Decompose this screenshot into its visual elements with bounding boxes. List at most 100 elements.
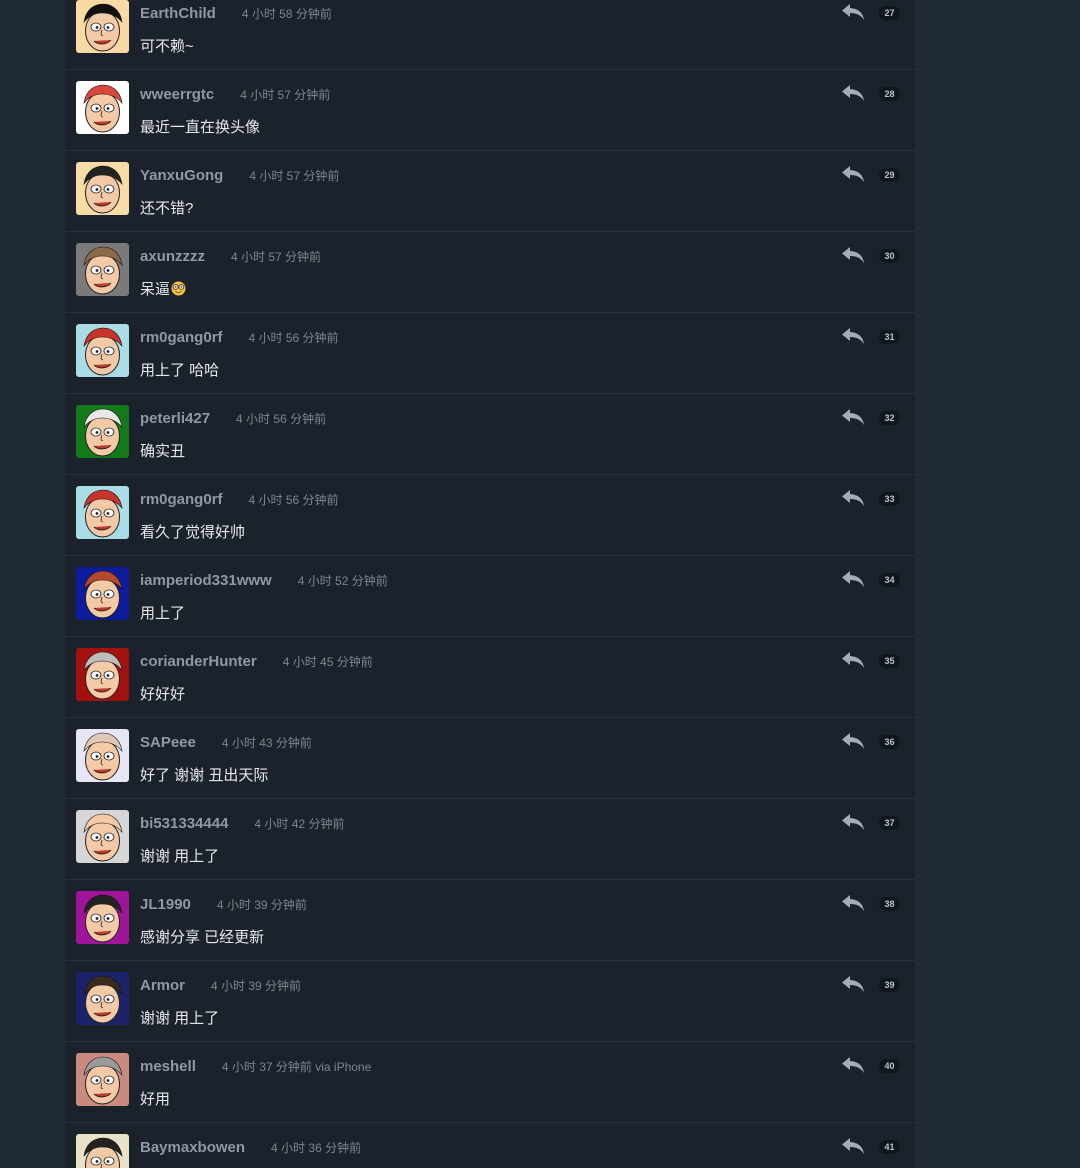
user-avatar[interactable] (76, 1053, 129, 1106)
cartoon-face-avatar-icon (76, 972, 129, 1025)
floor-number-badge: 35 (879, 654, 900, 668)
floor-number-badge: 28 (879, 87, 900, 101)
reply-content: 谢谢 用上了 (140, 1007, 219, 1028)
reply-item-32: peterli427 4 小时 56 分钟前 确实丑 32 (65, 394, 915, 475)
cartoon-face-avatar-icon (76, 648, 129, 701)
username-link[interactable]: SAPeee (140, 734, 196, 751)
reply-button[interactable] (841, 975, 865, 993)
user-avatar[interactable] (76, 810, 129, 863)
user-avatar[interactable] (76, 972, 129, 1025)
reply-arrow-icon (842, 4, 864, 20)
floor-number-badge: 40 (879, 1059, 900, 1073)
reply-item-33: rm0gang0rf 4 小时 56 分钟前 看久了觉得好帅 33 (65, 475, 915, 556)
reply-item-27: EarthChild 4 小时 58 分钟前 可不赖~ 27 (65, 0, 915, 70)
reply-item-34: iamperiod331www 4 小时 52 分钟前 用上了 34 (65, 556, 915, 637)
user-avatar[interactable] (76, 729, 129, 782)
reply-button[interactable] (841, 84, 865, 102)
reply-button[interactable] (841, 165, 865, 183)
reply-button[interactable] (841, 813, 865, 831)
reply-timestamp: 4 小时 56 分钟前 (248, 493, 339, 507)
reply-arrow-icon (842, 814, 864, 830)
reply-button[interactable] (841, 732, 865, 750)
reply-text: 谢谢 用上了 (140, 1010, 220, 1027)
username-link[interactable]: EarthChild (140, 5, 216, 22)
cartoon-face-avatar-icon (76, 567, 129, 620)
reply-text: 看久了觉得好帅 (140, 524, 246, 541)
reply-text: 谢谢 用上了 (140, 848, 220, 865)
username-link[interactable]: corianderHunter (140, 653, 257, 670)
username-link[interactable]: peterli427 (140, 410, 210, 427)
username-link[interactable]: JL1990 (140, 896, 191, 913)
username-link[interactable]: axunzzzz (140, 248, 205, 265)
floor-number-badge: 29 (879, 168, 900, 182)
reply-content: 谢谢 用上了 (140, 845, 219, 866)
reply-item-29: YanxuGong 4 小时 57 分钟前 还不错? 29 (65, 151, 915, 232)
reply-arrow-icon (842, 490, 864, 506)
reply-timestamp: 4 小时 43 分钟前 (221, 736, 312, 750)
username-link[interactable]: YanxuGong (140, 167, 223, 184)
user-avatar[interactable] (76, 1134, 129, 1168)
cartoon-face-avatar-icon (76, 729, 129, 782)
cartoon-face-avatar-icon (76, 891, 129, 944)
reply-timestamp: 4 小时 37 分钟前 via iPhone (221, 1060, 372, 1074)
reply-content: 感谢分享 已经更新 (140, 926, 264, 947)
username-link[interactable]: iamperiod331www (140, 572, 272, 589)
floor-number-badge: 31 (879, 330, 900, 344)
reply-button[interactable] (841, 894, 865, 912)
cartoon-face-avatar-icon (76, 324, 129, 377)
username-link[interactable]: rm0gang0rf (140, 329, 223, 346)
reply-button[interactable] (841, 1056, 865, 1074)
username-link[interactable]: Armor (140, 977, 185, 994)
username-link[interactable]: Baymaxbowen (140, 1139, 245, 1156)
user-avatar[interactable] (76, 324, 129, 377)
reply-button[interactable] (841, 489, 865, 507)
user-avatar[interactable] (76, 0, 129, 53)
floor-number-badge: 32 (879, 411, 900, 425)
reply-item-41: Baymaxbowen 4 小时 36 分钟前 41 (65, 1123, 915, 1168)
username-link[interactable]: wweerrgtc (140, 86, 214, 103)
reply-timestamp: 4 小时 45 分钟前 (282, 655, 373, 669)
reply-button[interactable] (841, 3, 865, 21)
reply-timestamp: 4 小时 56 分钟前 (248, 331, 339, 345)
user-avatar[interactable] (76, 891, 129, 944)
user-avatar[interactable] (76, 405, 129, 458)
user-avatar[interactable] (76, 486, 129, 539)
reply-list: EarthChild 4 小时 58 分钟前 可不赖~ 27 wweerrgtc… (65, 0, 915, 1168)
username-link[interactable]: meshell (140, 1058, 196, 1075)
reply-timestamp: 4 小时 57 分钟前 (231, 250, 322, 264)
reply-arrow-icon (842, 1057, 864, 1073)
reply-item-30: axunzzzz 4 小时 57 分钟前 呆逼 30 (65, 232, 915, 313)
reply-button[interactable] (841, 570, 865, 588)
user-avatar[interactable] (76, 567, 129, 620)
reply-item-35: corianderHunter 4 小时 45 分钟前 好好好 35 (65, 637, 915, 718)
cartoon-face-avatar-icon (76, 1053, 129, 1106)
reply-item-39: Armor 4 小时 39 分钟前 谢谢 用上了 39 (65, 961, 915, 1042)
user-avatar[interactable] (76, 648, 129, 701)
reply-button[interactable] (841, 408, 865, 426)
reply-arrow-icon (842, 166, 864, 182)
reply-text: 好了 谢谢 丑出天际 (140, 767, 269, 784)
reply-item-36: SAPeee 4 小时 43 分钟前 好了 谢谢 丑出天际 36 (65, 718, 915, 799)
user-avatar[interactable] (76, 162, 129, 215)
floor-number-badge: 41 (879, 1140, 900, 1154)
reply-item-31: rm0gang0rf 4 小时 56 分钟前 用上了 哈哈 31 (65, 313, 915, 394)
reply-content: 好用 (140, 1088, 170, 1109)
username-link[interactable]: bi531334444 (140, 815, 228, 832)
reply-text: 好好好 (140, 686, 186, 703)
reply-arrow-icon (842, 652, 864, 668)
reply-button[interactable] (841, 651, 865, 669)
reply-content: 呆逼 (140, 278, 186, 299)
reply-button[interactable] (841, 327, 865, 345)
reply-content: 看久了觉得好帅 (140, 521, 245, 542)
reply-timestamp: 4 小时 39 分钟前 (211, 979, 302, 993)
reply-button[interactable] (841, 1137, 865, 1155)
reply-button[interactable] (841, 246, 865, 264)
floor-number-badge: 37 (879, 816, 900, 830)
cartoon-face-avatar-icon (76, 1134, 129, 1168)
username-link[interactable]: rm0gang0rf (140, 491, 223, 508)
reply-arrow-icon (842, 1138, 864, 1154)
user-avatar[interactable] (76, 81, 129, 134)
floor-number-badge: 39 (879, 978, 900, 992)
reply-item-40: meshell 4 小时 37 分钟前 via iPhone 好用 40 (65, 1042, 915, 1123)
user-avatar[interactable] (76, 243, 129, 296)
